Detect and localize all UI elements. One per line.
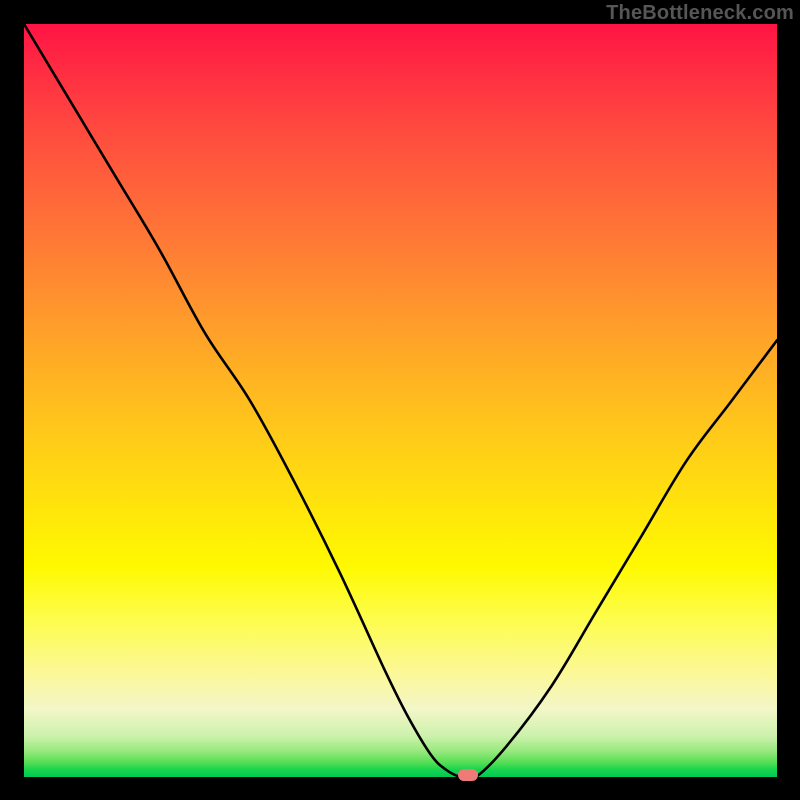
watermark-text: TheBottleneck.com	[606, 2, 794, 25]
bottleneck-curve	[24, 24, 777, 777]
plot-area	[24, 24, 777, 777]
chart-frame: TheBottleneck.com	[0, 0, 800, 800]
optimum-marker	[458, 769, 478, 781]
